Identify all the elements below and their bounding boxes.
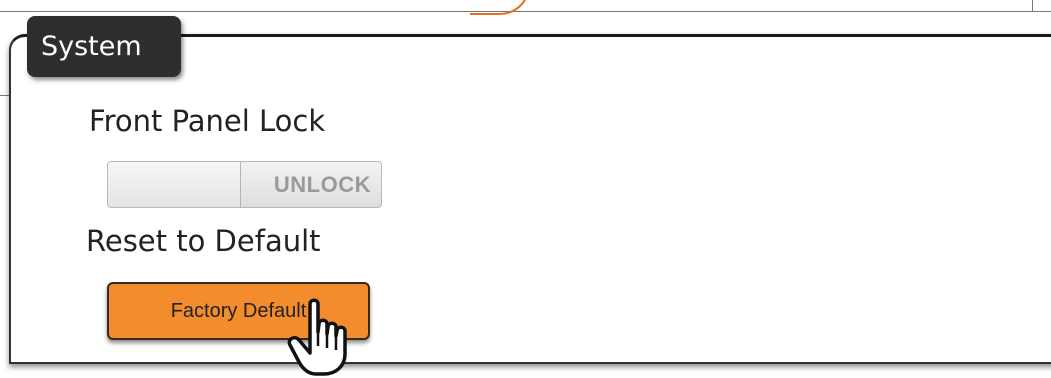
- front-panel-lock-label: Front Panel Lock: [89, 104, 326, 138]
- toggle-knob[interactable]: [108, 162, 241, 207]
- reset-to-default-label: Reset to Default: [86, 224, 321, 258]
- section-title: System: [41, 31, 142, 62]
- background-window-edge: [0, 11, 1051, 12]
- background-connector-line: [470, 0, 530, 15]
- front-panel-lock-toggle[interactable]: UNLOCK: [107, 161, 382, 208]
- section-title-tab: System: [27, 16, 181, 77]
- toggle-state-text: UNLOCK: [273, 171, 371, 197]
- background-window-edge: [1032, 0, 1033, 12]
- hand-pointer-icon: [287, 298, 347, 376]
